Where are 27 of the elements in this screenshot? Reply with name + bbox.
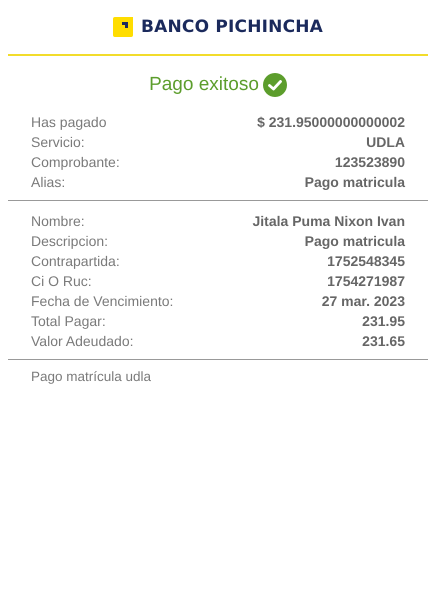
field-value: $ 231.95000000000002 <box>257 114 405 130</box>
field-value: 123523890 <box>334 154 405 170</box>
field-label: Nombre: <box>31 213 85 229</box>
field-value: 1752548345 <box>327 253 405 269</box>
field-label: Ci O Ruc: <box>31 273 92 289</box>
status-title: Pago exitoso <box>149 74 259 96</box>
field-label: Servicio: <box>31 134 85 150</box>
field-label: Fecha de Vencimiento: <box>31 293 174 309</box>
field-label: Has pagado <box>31 114 107 130</box>
field-label: Valor Adeudado: <box>31 333 134 349</box>
field-value: Pago matricula <box>304 233 405 249</box>
field-value: 27 mar. 2023 <box>322 293 405 309</box>
field-label: Contrapartida: <box>31 253 120 269</box>
field-value: 231.95 <box>362 313 405 329</box>
field-value: Jitala Puma Nixon Ivan <box>252 213 405 229</box>
field-value: 1754271987 <box>327 273 405 289</box>
payment-note: Pago matrícula udla <box>30 368 152 386</box>
field-value: Pago matricula <box>304 174 405 190</box>
field-value: 231.65 <box>362 333 405 349</box>
field-label: Total Pagar: <box>31 313 106 329</box>
field-label: Comprobante: <box>31 154 120 170</box>
brand-name: BANCO PICHINCHA <box>140 17 324 37</box>
field-label: Descripcion: <box>31 233 108 249</box>
field-value: UDLA <box>366 134 405 150</box>
check-icon <box>262 73 287 97</box>
field-label: Alias: <box>31 174 66 190</box>
logo-icon <box>112 17 133 37</box>
